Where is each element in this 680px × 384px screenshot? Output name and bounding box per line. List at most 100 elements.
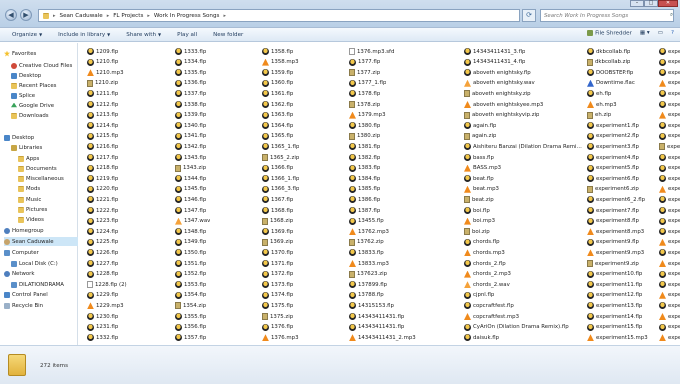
share-with-menu[interactable]: Share with ▼ <box>118 32 169 38</box>
file-item[interactable]: experiment19.flp <box>659 174 680 183</box>
nav-item-splice[interactable]: Splice <box>11 91 78 100</box>
file-item[interactable]: 1228.flp (2) <box>87 280 172 289</box>
file-item[interactable]: 1385.flp <box>349 185 462 194</box>
file-item[interactable]: experiment20.flp <box>659 195 680 204</box>
search-input[interactable]: Search Work In Progress Songs ⌕ <box>540 9 674 22</box>
file-item[interactable]: 137623.zip <box>349 270 462 279</box>
file-item[interactable]: 14343411431.flp <box>349 323 462 332</box>
file-item[interactable]: experiment21.flp <box>659 206 680 215</box>
file-item[interactable]: 1218.flp <box>87 164 172 173</box>
file-item[interactable]: beat.mp3 <box>464 185 585 194</box>
file-item[interactable]: 1347.wav <box>175 217 260 226</box>
file-item[interactable]: experiment26.mp3 <box>659 291 680 300</box>
nav-item-recycle-bin[interactable]: Recycle Bin <box>4 301 78 310</box>
nav-item-sean-caduwale[interactable]: Sean Caduwale <box>4 237 78 246</box>
file-item[interactable]: 1337.flp <box>175 89 260 98</box>
file-item[interactable]: 1375.flp <box>262 301 347 310</box>
file-item[interactable]: experiment10.flp <box>587 270 657 279</box>
nav-item-downloads[interactable]: Downloads <box>11 111 78 120</box>
file-item[interactable]: 1376.mp3 <box>262 333 347 342</box>
file-item[interactable]: chords_2.mp3 <box>464 270 585 279</box>
new-folder-button[interactable]: New folder <box>205 32 251 38</box>
file-item[interactable]: 1221.flp <box>87 195 172 204</box>
file-item[interactable]: experiment28.mp3 <box>659 333 680 342</box>
file-item[interactable]: experiment4.flp <box>587 153 657 162</box>
file-item[interactable]: 1345.flp <box>175 185 260 194</box>
file-item[interactable]: 1358.mp3 <box>262 58 347 67</box>
nav-item-creative-cloud-files[interactable]: Creative Cloud Files <box>11 61 78 70</box>
nav-item-libraries[interactable]: Libraries <box>11 143 78 152</box>
file-item[interactable]: 13833.mp3 <box>349 259 462 268</box>
file-item[interactable]: DOOBSTEP.flp <box>587 68 657 77</box>
file-item[interactable]: 1215.flp <box>87 132 172 141</box>
file-item[interactable]: aboveth enightsky.zip <box>464 89 585 98</box>
nav-item-network[interactable]: Network <box>4 269 78 278</box>
file-item[interactable]: experiment28.flp <box>659 323 680 332</box>
file-item[interactable]: experiment16_2.mp3 <box>659 79 680 88</box>
file-item[interactable]: eh.flp <box>587 89 657 98</box>
file-item[interactable]: 1350.flp <box>175 248 260 257</box>
file-item[interactable]: daisuk.flp <box>464 333 585 342</box>
file-item[interactable]: 1342.flp <box>175 142 260 151</box>
file-item[interactable]: 1339.flp <box>175 111 260 120</box>
file-item[interactable]: 1377.zip <box>349 68 462 77</box>
file-item[interactable]: 14343411431_3.flp <box>464 47 585 56</box>
file-item[interactable]: BASS.mp3 <box>464 164 585 173</box>
file-item[interactable]: 1334.flp <box>175 58 260 67</box>
file-item[interactable]: experiment8.flp <box>587 217 657 226</box>
file-item[interactable]: copcraftfest.mp3 <box>464 312 585 321</box>
address-bar[interactable]: ▸ Sean Caduwale ▸ FL Projects ▸ Work In … <box>38 9 520 22</box>
file-item[interactable]: 1211.flp <box>87 89 172 98</box>
file-item[interactable]: 1230.flp <box>87 312 172 321</box>
file-item[interactable]: experiment24.mp3 <box>659 259 680 268</box>
back-button[interactable]: ◀ <box>5 9 17 21</box>
file-item[interactable]: beat.zip <box>464 195 585 204</box>
file-item[interactable]: 14343411431_2.mp3 <box>349 333 462 342</box>
file-item[interactable]: 13762.mp3 <box>349 227 462 236</box>
file-item[interactable]: 1338.flp <box>175 100 260 109</box>
file-item[interactable]: experiment9.mp3 <box>587 248 657 257</box>
file-item[interactable]: 1214.flp <box>87 121 172 130</box>
file-item[interactable]: chords_2.wav <box>464 280 585 289</box>
file-item[interactable]: boi.zip <box>464 227 585 236</box>
file-item[interactable]: 14343411431_4.flp <box>464 58 585 67</box>
file-item[interactable]: 1343.flp <box>175 153 260 162</box>
file-item[interactable]: 1368.flp <box>262 206 347 215</box>
file-item[interactable]: 1229.flp <box>87 291 172 300</box>
nav-item-desktop[interactable]: Desktop <box>11 71 78 80</box>
file-item[interactable]: experiment16_2.flp <box>659 68 680 77</box>
file-item[interactable]: experiment17.zip <box>659 142 680 151</box>
file-item[interactable]: experiment15.mp3 <box>587 333 657 342</box>
nav-item-pictures[interactable]: Pictures <box>18 205 78 214</box>
organize-menu[interactable]: Organize ▼ <box>4 32 50 38</box>
nav-item-videos[interactable]: Videos <box>18 215 78 224</box>
nav-item-documents[interactable]: Documents <box>18 164 78 173</box>
file-item[interactable]: experiment26.flp <box>659 280 680 289</box>
file-item[interactable]: again.zip <box>464 132 585 141</box>
file-item[interactable]: 1209.flp <box>87 47 172 56</box>
file-item[interactable]: 1335.flp <box>175 68 260 77</box>
file-item[interactable]: 13833.flp <box>349 248 462 257</box>
file-item[interactable]: boi.flp <box>464 206 585 215</box>
file-item[interactable]: 1354.zip <box>175 301 260 310</box>
file-item[interactable]: 1379.mp3 <box>349 111 462 120</box>
preview-pane-icon[interactable]: ▭ <box>658 30 663 36</box>
maximize-button[interactable]: □ <box>644 0 658 7</box>
file-item[interactable]: experiment18.flp <box>659 164 680 173</box>
file-item[interactable]: 1349.flp <box>175 238 260 247</box>
file-item[interactable]: 1386.flp <box>349 195 462 204</box>
file-item[interactable]: 1227.flp <box>87 259 172 268</box>
file-item[interactable]: 1375.zip <box>262 312 347 321</box>
file-item[interactable]: 1347.flp <box>175 206 260 215</box>
refresh-button[interactable]: ⟳ <box>522 9 536 22</box>
file-item[interactable]: 13455.flp <box>349 217 462 226</box>
file-item[interactable]: 1380.flp <box>349 121 462 130</box>
file-item[interactable]: 1376.mp3.sfd <box>349 47 462 56</box>
nav-item-favorites[interactable]: Favorites <box>4 49 78 58</box>
file-item[interactable]: 1365_2.zip <box>262 153 347 162</box>
file-item[interactable]: 1368.zip <box>262 217 347 226</box>
file-item[interactable]: 1356.flp <box>175 323 260 332</box>
file-item[interactable]: 1222.flp <box>87 206 172 215</box>
file-item[interactable]: chords.mp3 <box>464 248 585 257</box>
file-item[interactable]: 1376.flp <box>262 323 347 332</box>
